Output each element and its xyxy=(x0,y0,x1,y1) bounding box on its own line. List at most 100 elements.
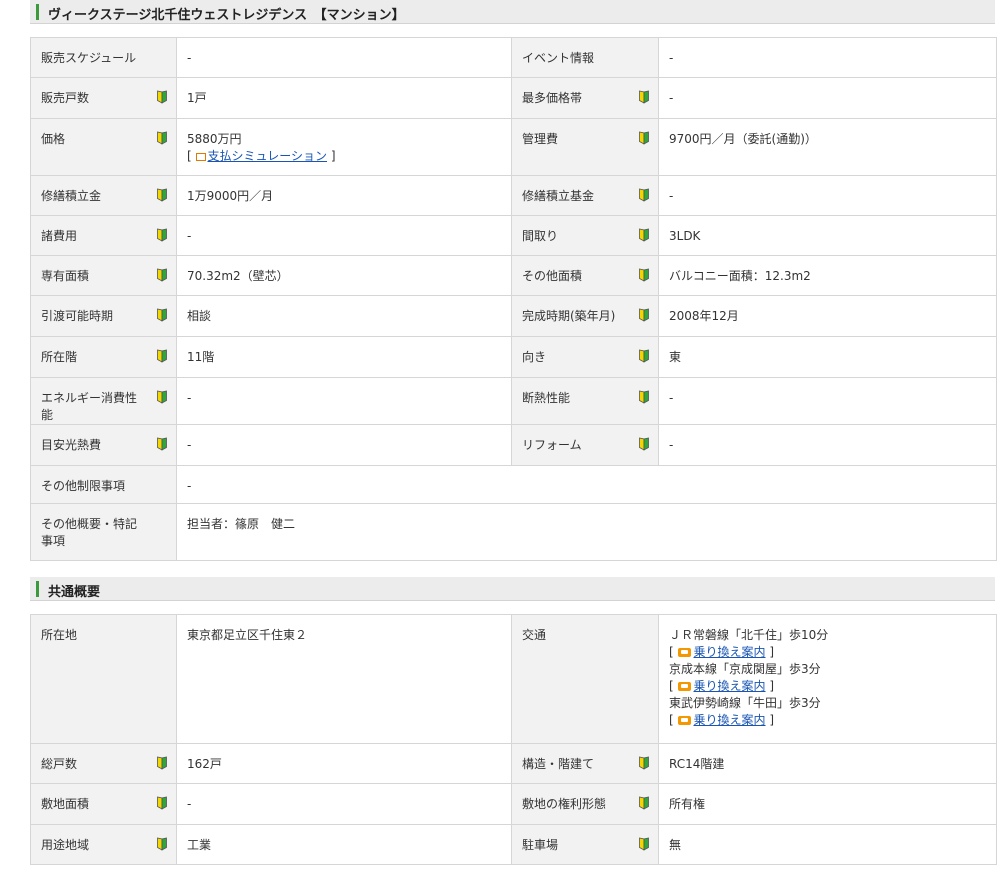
section-accent-bar xyxy=(36,581,39,597)
beginner-mark-icon[interactable] xyxy=(156,756,168,770)
common-overview-title: 共通概要 xyxy=(48,585,101,600)
row-value: - xyxy=(658,37,997,78)
row-label: 専有面積 xyxy=(41,269,90,283)
row-label: 価格 xyxy=(41,132,66,146)
transfer-guide-link[interactable]: 乗り換え案内 xyxy=(694,679,766,693)
table-row: エネルギー消費性能 - 断熱性能 - xyxy=(30,377,997,425)
row-value: 所有権 xyxy=(658,783,997,825)
table-row: 価格 5880万円 [ 支払シミュレーション ] 管理費 9700円／月（委託(… xyxy=(30,118,997,176)
price-value: 5880万円 xyxy=(187,132,242,146)
row-value: - xyxy=(176,424,512,466)
row-value: - xyxy=(176,215,512,256)
row-value: 1万9000円／月 xyxy=(176,175,512,216)
row-label: 所在地 xyxy=(41,628,78,642)
table-row: 所在地 東京都足立区千住東２ 交通 ＪＲ常磐線「北千住」歩10分 [ 乗り換え案… xyxy=(30,614,997,744)
row-value: 70.32m2（壁芯） xyxy=(176,255,512,296)
table-row: その他概要・特記事項 担当者：篠原 健二 xyxy=(30,503,997,561)
row-label: 目安光熱費 xyxy=(41,438,102,452)
row-label: 引渡可能時期 xyxy=(41,309,114,323)
table-row: 敷地面積 - 敷地の権利形態 所有権 xyxy=(30,783,997,825)
beginner-mark-icon[interactable] xyxy=(638,228,650,242)
row-label: 修繕積立基金 xyxy=(522,189,595,203)
beginner-mark-icon[interactable] xyxy=(638,308,650,322)
beginner-mark-icon[interactable] xyxy=(638,90,650,104)
row-label: エネルギー消費性能 xyxy=(41,391,138,422)
row-label: 所在階 xyxy=(41,350,78,364)
beginner-mark-icon[interactable] xyxy=(156,308,168,322)
beginner-mark-icon[interactable] xyxy=(156,131,168,145)
property-spec-table: 販売スケジュール - イベント情報 - 販売戸数 1戸 最多価格帯 - 価格 5… xyxy=(30,37,997,561)
row-value: 相談 xyxy=(176,295,512,337)
beginner-mark-icon[interactable] xyxy=(638,796,650,810)
beginner-mark-icon[interactable] xyxy=(156,90,168,104)
row-value: 3LDK xyxy=(658,215,997,256)
beginner-mark-icon[interactable] xyxy=(156,349,168,363)
row-label: 断熱性能 xyxy=(522,391,571,405)
train-icon xyxy=(677,716,691,725)
row-label: 敷地面積 xyxy=(41,797,90,811)
beginner-mark-icon[interactable] xyxy=(156,837,168,851)
transport-value: ＪＲ常磐線「北千住」歩10分 [ 乗り換え案内 ] 京成本線「京成関屋」歩3分 … xyxy=(658,614,997,744)
row-value: - xyxy=(176,377,512,425)
row-value: - xyxy=(176,465,997,504)
row-value: 東 xyxy=(658,336,997,378)
row-label: 用途地域 xyxy=(41,838,90,852)
beginner-mark-icon[interactable] xyxy=(638,268,650,282)
beginner-mark-icon[interactable] xyxy=(156,796,168,810)
payment-sim-link-wrap: [ 支払シミュレーション ] xyxy=(187,149,336,163)
row-label: 向き xyxy=(522,350,547,364)
train-icon xyxy=(677,648,691,657)
row-value: 2008年12月 xyxy=(658,295,997,337)
table-row: 所在階 11階 向き 東 xyxy=(30,336,997,378)
row-label: その他制限事項 xyxy=(41,479,126,493)
table-row: 引渡可能時期 相談 完成時期(築年月) 2008年12月 xyxy=(30,295,997,337)
row-value: 9700円／月（委託(通勤)） xyxy=(658,118,997,176)
beginner-mark-icon[interactable] xyxy=(638,756,650,770)
beginner-mark-icon[interactable] xyxy=(156,268,168,282)
row-value: - xyxy=(176,37,512,78)
beginner-mark-icon[interactable] xyxy=(638,837,650,851)
beginner-mark-icon[interactable] xyxy=(156,390,168,404)
row-value: バルコニー面積：12.3m2 xyxy=(658,255,997,296)
row-label: その他面積 xyxy=(522,269,583,283)
beginner-mark-icon[interactable] xyxy=(638,131,650,145)
row-value: 工業 xyxy=(176,824,512,865)
row-value: 1戸 xyxy=(176,77,512,119)
row-label: その他概要・特記事項 xyxy=(41,517,138,548)
transport-line: 京成本線「京成関屋」歩3分 xyxy=(669,662,821,676)
beginner-mark-icon[interactable] xyxy=(638,349,650,363)
beginner-mark-icon[interactable] xyxy=(638,188,650,202)
section-header-property: ヴィークステージ北千住ウェストレジデンス 【マンション】 xyxy=(30,0,995,24)
table-row: その他制限事項 - xyxy=(30,465,997,504)
row-label: 完成時期(築年月) xyxy=(522,309,616,323)
row-label: 駐車場 xyxy=(522,838,559,852)
row-value: - xyxy=(658,424,997,466)
row-label: 間取り xyxy=(522,229,559,243)
beginner-mark-icon[interactable] xyxy=(638,437,650,451)
row-value: 担当者：篠原 健二 xyxy=(176,503,997,561)
pc-icon xyxy=(195,153,206,161)
row-label: 諸費用 xyxy=(41,229,78,243)
table-row: 販売スケジュール - イベント情報 - xyxy=(30,37,997,78)
beginner-mark-icon[interactable] xyxy=(156,228,168,242)
table-row: 販売戸数 1戸 最多価格帯 - xyxy=(30,77,997,119)
table-row: 修繕積立金 1万9000円／月 修繕積立基金 - xyxy=(30,175,997,216)
table-row: 目安光熱費 - リフォーム - xyxy=(30,424,997,466)
row-value: - xyxy=(658,77,997,119)
row-value: - xyxy=(658,175,997,216)
row-label: 販売スケジュール xyxy=(41,51,137,65)
transport-line: 東武伊勢崎線「牛田」歩3分 xyxy=(669,696,821,710)
payment-simulation-link[interactable]: 支払シミュレーション xyxy=(208,149,328,163)
row-label: リフォーム xyxy=(522,438,582,452)
train-icon xyxy=(677,682,691,691)
transfer-guide-link[interactable]: 乗り換え案内 xyxy=(694,645,766,659)
row-label: 管理費 xyxy=(522,132,559,146)
beginner-mark-icon[interactable] xyxy=(156,437,168,451)
section-header-common: 共通概要 xyxy=(30,577,995,601)
beginner-mark-icon[interactable] xyxy=(638,390,650,404)
transport-line: ＪＲ常磐線「北千住」歩10分 xyxy=(669,628,829,642)
beginner-mark-icon[interactable] xyxy=(156,188,168,202)
transfer-guide-link[interactable]: 乗り換え案内 xyxy=(694,713,766,727)
row-label: 修繕積立金 xyxy=(41,189,102,203)
row-label: 構造・階建て xyxy=(522,757,595,771)
